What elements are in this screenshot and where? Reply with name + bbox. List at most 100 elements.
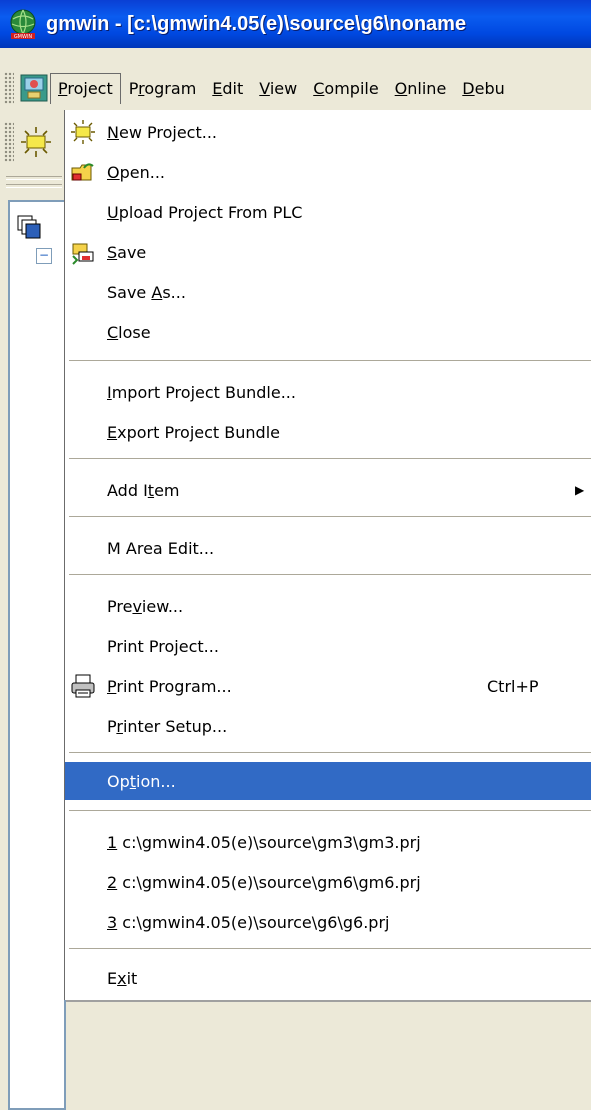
menu-view-rest: iew (269, 78, 298, 98)
menu-item-m-area-edit[interactable]: M Area Edit... (65, 530, 591, 566)
menu-item-add-item[interactable]: Add Item ▶ (65, 472, 591, 508)
new-project-post: ew Project... (118, 122, 217, 142)
title-bar[interactable]: GMWIN gmwin - [c:\gmwin4.05(e)\source\g6… (0, 0, 591, 48)
submenu-arrow-icon: ▶ (575, 483, 585, 497)
printer-setup-label: Printer Setup... (107, 717, 227, 736)
export-bundle-mnemonic: E (107, 422, 118, 442)
menu-debug-rest: ebu (474, 78, 505, 98)
menu-item-close[interactable]: Close (65, 314, 591, 350)
menu-item-print-program[interactable]: Print Program... Ctrl+P (65, 668, 591, 704)
menubar-grip[interactable] (4, 72, 14, 104)
new-project-label: New Project... (107, 123, 217, 142)
exit-mnemonic: x (117, 968, 127, 988)
add-item-pre: Add I (107, 480, 148, 500)
window-title: gmwin - [c:\gmwin4.05(e)\source\g6\nonam… (46, 12, 467, 35)
upload-mnemonic: U (107, 202, 119, 222)
print-program-shortcut: Ctrl+P (487, 676, 539, 696)
import-bundle-post: mport Project Bundle... (111, 382, 296, 402)
project-dropdown-menu: New Project... Open... Upload Project Fr… (64, 110, 591, 1000)
menu-item-printer-setup[interactable]: Printer Setup... (65, 708, 591, 744)
open-folder-icon (71, 163, 94, 181)
open-post: pen... (119, 162, 165, 182)
export-bundle-label: Export Project Bundle (107, 423, 280, 442)
left-pane: − (0, 110, 66, 1110)
m-area-edit-label: M Area Edit... (107, 538, 215, 558)
toolbar-grip[interactable] (4, 122, 14, 162)
print-project-label: Print Project... (107, 637, 219, 656)
close-mnemonic: C (107, 322, 119, 342)
recent-1-label: 1 c:\gmwin4.05(e)\source\gm3\gm3.prj (107, 833, 421, 852)
save-post: ave (117, 242, 147, 262)
recent-2-label: 2 c:\gmwin4.05(e)\source\gm6\gm6.prj (107, 873, 421, 892)
menu-program-rest: ogram (144, 78, 197, 98)
recent-3-path: c:\gmwin4.05(e)\source\g6\g6.prj (117, 912, 390, 932)
print-program-mnemonic: P (107, 676, 117, 696)
print-project-post: ect... (178, 636, 219, 656)
menu-item-upload-project[interactable]: Upload Project From PLC (65, 194, 591, 230)
add-item-label: Add Item (107, 481, 180, 500)
save-as-mnemonic: A (151, 282, 163, 302)
menu-project-mnemonic: P (58, 78, 68, 98)
toolbar-separator-1 (6, 176, 62, 180)
save-icon (72, 243, 94, 265)
menu-separator (69, 360, 591, 362)
preview-mnemonic: v (132, 596, 142, 616)
menu-program-p: P (128, 78, 139, 98)
toolbar-separator-2 (6, 184, 62, 188)
menu-item-export-bundle[interactable]: Export Project Bundle (65, 414, 591, 450)
print-program-post: rint Program... (116, 676, 232, 696)
print-project-pre: Print Pro (107, 636, 175, 656)
menu-project-rest: roject (67, 78, 113, 98)
menu-item-recent-2[interactable]: 2 c:\gmwin4.05(e)\source\gm6\gm6.prj (65, 864, 591, 900)
menu-item-recent-3[interactable]: 3 c:\gmwin4.05(e)\source\g6\g6.prj (65, 904, 591, 940)
preview-pre: Pre (107, 596, 133, 616)
menu-compile[interactable]: Compile (305, 73, 386, 104)
save-as-label: Save As... (107, 283, 186, 302)
exit-label: Exit (107, 969, 137, 988)
close-post: lose (118, 322, 151, 342)
close-label: Close (107, 323, 151, 342)
menu-view-mnemonic: V (259, 78, 270, 98)
recent-3-mnemonic: 3 (107, 912, 118, 932)
upload-label: Upload Project From PLC (107, 203, 302, 222)
open-mnemonic: O (107, 162, 120, 182)
menu-project[interactable]: Project (50, 72, 121, 104)
printer-setup-pre: P (107, 716, 117, 736)
menu-program[interactable]: Program (121, 73, 205, 104)
menu-debug[interactable]: Debu (454, 73, 512, 104)
export-bundle-post: xport Project Bundle (117, 422, 280, 442)
recent-1-mnemonic: 1 (107, 832, 118, 852)
menu-item-recent-1[interactable]: 1 c:\gmwin4.05(e)\source\gm3\gm3.prj (65, 824, 591, 860)
menu-item-save[interactable]: Save (65, 234, 591, 270)
printer-icon (71, 674, 95, 698)
option-post: ion... (136, 771, 176, 791)
menu-item-exit[interactable]: Exit (65, 960, 591, 996)
menu-separator (69, 516, 591, 518)
upload-post: pload Project From PLC (118, 202, 303, 222)
menu-item-import-bundle[interactable]: Import Project Bundle... (65, 374, 591, 410)
import-bundle-label: Import Project Bundle... (107, 383, 296, 402)
preview-label: Preview... (107, 597, 183, 616)
save-as-pre: Save (107, 282, 152, 302)
menu-separator (69, 948, 591, 950)
new-project-toolbar-icon[interactable] (18, 124, 54, 160)
menu-view[interactable]: View (251, 73, 305, 104)
menu-item-print-project[interactable]: Print Project... (65, 628, 591, 664)
menu-item-option[interactable]: Option... (65, 762, 591, 800)
document-app-icon[interactable] (18, 72, 50, 104)
menu-edit-mnemonic: E (212, 78, 223, 98)
menu-edit[interactable]: Edit (204, 73, 251, 104)
menu-item-preview[interactable]: Preview... (65, 588, 591, 624)
menu-online[interactable]: Online (387, 73, 455, 104)
svg-text:GMWIN: GMWIN (14, 34, 33, 39)
project-tree-icon[interactable] (16, 214, 42, 240)
save-as-post: s... (162, 282, 186, 302)
menu-compile-rest: ompile (324, 78, 379, 98)
menu-item-new-project[interactable]: New Project... (65, 114, 591, 150)
menu-item-open[interactable]: Open... (65, 154, 591, 190)
tree-collapse-icon[interactable]: − (36, 248, 52, 264)
recent-2-path: c:\gmwin4.05(e)\source\gm6\gm6.prj (117, 872, 421, 892)
menu-item-save-as[interactable]: Save As... (65, 274, 591, 310)
menu-online-rest: nline (407, 78, 447, 98)
recent-3-label: 3 c:\gmwin4.05(e)\source\g6\g6.prj (107, 913, 389, 932)
